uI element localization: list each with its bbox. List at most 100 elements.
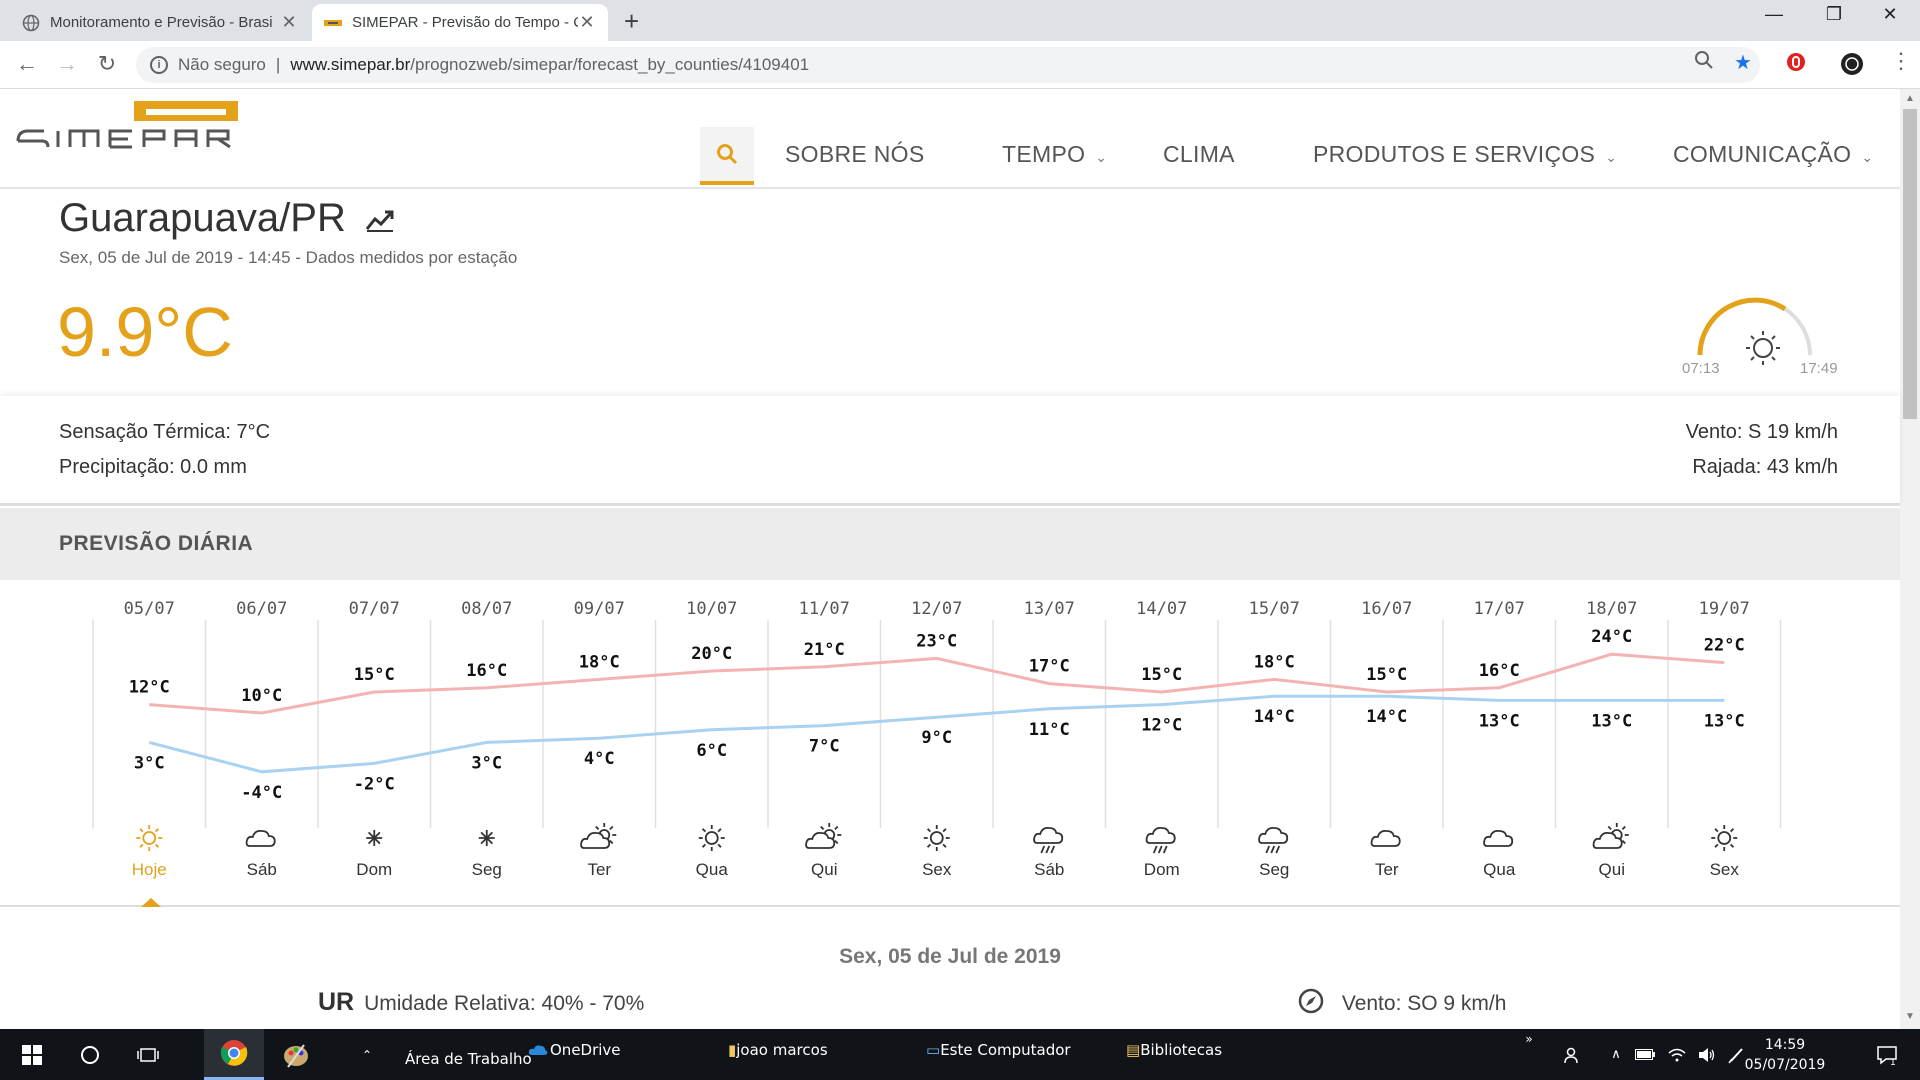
partly-cloudy-icon — [1592, 823, 1629, 849]
libraries-shortcut[interactable]: ▤Bibliotecas — [1126, 1041, 1222, 1059]
min-temp-label: 7°C — [809, 737, 840, 757]
site-header: SOBRE NÓS TEMPO ⌄ CLIMA PRODUTOS E SERVIÇ… — [0, 89, 1900, 189]
url-host: www.simepar.br — [290, 55, 411, 74]
scroll-up-icon[interactable]: ▲ — [1905, 93, 1915, 104]
forecast-date: 08/07 — [461, 599, 512, 619]
rain-icon — [1145, 826, 1176, 854]
browser-tab-active[interactable]: SIMEPAR - Previsão do Tempo - C ✕ — [312, 4, 608, 41]
url-input[interactable]: i Não seguro | www.simepar.br /prognozwe… — [136, 47, 1760, 83]
page-scrollbar[interactable]: ▲ ▼ — [1900, 89, 1920, 1029]
city-name: Guarapuava/PR — [59, 196, 346, 240]
clock-time: 14:59 — [1764, 1037, 1806, 1053]
nav-sobre-nos[interactable]: SOBRE NÓS — [785, 141, 924, 168]
battery-icon[interactable] — [1632, 1029, 1658, 1080]
task-view-icon[interactable] — [124, 1029, 172, 1080]
close-tab-icon[interactable]: ✕ — [578, 12, 596, 33]
nav-clima[interactable]: CLIMA — [1163, 141, 1235, 168]
min-temp-label: 6°C — [696, 741, 727, 761]
current-temperature: 9.9°C — [57, 293, 233, 371]
toolbar-overflow-icon[interactable]: » — [1514, 1029, 1544, 1049]
min-temp-label: 3°C — [471, 753, 502, 773]
nav-produtos-servicos[interactable]: PRODUTOS E SERVIÇOS ⌄ — [1313, 141, 1617, 168]
chevron-down-icon: ⌄ — [1095, 149, 1108, 165]
scroll-down-icon[interactable]: ▼ — [1905, 1011, 1915, 1022]
wind: Vento: S 19 km/h — [1685, 421, 1838, 443]
forecast-day-label: Sex — [922, 860, 952, 879]
forecast-date: 06/07 — [236, 599, 287, 619]
rain-icon — [1258, 826, 1289, 854]
search-circle-icon[interactable] — [66, 1029, 114, 1080]
forecast-date: 19/07 — [1699, 599, 1750, 619]
nav-tempo[interactable]: TEMPO ⌄ — [1002, 141, 1107, 168]
tray-expand-icon[interactable]: ∧ — [1604, 1029, 1628, 1080]
sunset-time: 17:49 — [1800, 360, 1838, 377]
simepar-logo[interactable] — [14, 101, 244, 149]
forecast-day-label: Qui — [1599, 860, 1625, 879]
min-temp-label: 9°C — [921, 728, 952, 748]
conditions-panel: Sensação Térmica: 7°C Precipitação: 0.0 … — [0, 396, 1900, 506]
city-title: Guarapuava/PR — [59, 196, 395, 243]
volume-icon[interactable] — [1694, 1029, 1720, 1080]
max-temp-label: 21°C — [804, 640, 845, 660]
bookmark-star-icon[interactable]: ★ — [1734, 50, 1752, 75]
min-temp-label: 14°C — [1366, 707, 1407, 727]
library-icon: ▤ — [1126, 1041, 1141, 1059]
min-temp-label: 13°C — [1591, 711, 1632, 731]
info-icon[interactable]: i — [150, 56, 168, 74]
rain-icon — [1033, 826, 1064, 854]
forecast-date: 18/07 — [1586, 599, 1637, 619]
forecast-day-label: Sáb — [1034, 860, 1064, 879]
nav-label: COMUNICAÇÃO — [1673, 141, 1852, 167]
observation-datetime: Sex, 05 de Jul de 2019 - 14:45 - Dados m… — [59, 248, 518, 267]
new-tab-button[interactable]: + — [624, 6, 639, 37]
paint-taskbar-icon[interactable] — [268, 1029, 324, 1080]
minimize-icon[interactable]: — — [1750, 4, 1798, 25]
back-icon[interactable]: ← — [12, 51, 42, 77]
maximize-icon[interactable]: ❐ — [1810, 4, 1858, 25]
max-temp-label: 24°C — [1591, 627, 1632, 647]
partly-cloudy-icon — [805, 823, 842, 849]
user-folder-shortcut[interactable]: ▮joao marcos — [728, 1041, 828, 1059]
max-temp-label: 15°C — [354, 665, 395, 685]
min-temp-label: 13°C — [1704, 711, 1745, 731]
daily-forecast-header: PREVISÃO DIÁRIA — [0, 508, 1900, 580]
user-folder-label: joao marcos — [736, 1041, 828, 1059]
profile-avatar-icon[interactable] — [1840, 52, 1864, 82]
tab-title: Monitoramento e Previsão - Brasi — [50, 14, 273, 31]
browser-tab-strip: Monitoramento e Previsão - Brasi ✕ SIMEP… — [0, 0, 1920, 41]
this-pc-shortcut[interactable]: ▭Este Computador — [926, 1041, 1071, 1059]
computer-icon: ▭ — [926, 1041, 941, 1059]
taskbar-toolbar-desktop[interactable]: Área de Trabalho — [405, 1050, 532, 1068]
forecast-date: 12/07 — [911, 599, 962, 619]
forecast-day-label: Qua — [696, 860, 729, 879]
people-icon[interactable] — [1558, 1029, 1588, 1080]
daily-forecast-title: PREVISÃO DIÁRIA — [59, 532, 254, 555]
cloud-icon — [1483, 829, 1514, 847]
max-temp-label: 23°C — [916, 631, 957, 651]
scrollbar-thumb[interactable] — [1903, 109, 1917, 419]
forward-icon[interactable]: → — [52, 51, 82, 77]
windows-start-icon[interactable] — [8, 1029, 56, 1080]
nav-comunicacao[interactable]: COMUNICAÇÃO ⌄ — [1673, 141, 1873, 168]
notifications-icon[interactable]: 1 — [1864, 1029, 1910, 1080]
max-temp-label: 18°C — [1254, 652, 1295, 672]
nav-search-button[interactable] — [700, 127, 754, 185]
close-tab-icon[interactable]: ✕ — [280, 12, 298, 33]
chrome-taskbar-icon[interactable] — [204, 1029, 264, 1080]
wifi-icon[interactable] — [1664, 1029, 1690, 1080]
forecast-date: 13/07 — [1024, 599, 1075, 619]
reload-icon[interactable]: ↻ — [92, 51, 122, 77]
forecast-date: 07/07 — [349, 599, 400, 619]
menu-dots-icon[interactable]: ⋮ — [1890, 48, 1912, 74]
extension-icon[interactable] — [1786, 52, 1806, 78]
min-temp-label: -2°C — [354, 774, 395, 794]
taskbar-expand-icon[interactable]: ⌃ — [354, 1029, 380, 1080]
close-window-icon[interactable]: ✕ — [1866, 4, 1914, 25]
chevron-down-icon: ⌄ — [1861, 149, 1874, 165]
zoom-icon[interactable] — [1694, 50, 1714, 76]
trend-chart-icon[interactable] — [365, 198, 395, 243]
onedrive-shortcut[interactable]: OneDrive — [528, 1041, 621, 1059]
browser-tab-inactive[interactable]: Monitoramento e Previsão - Brasi ✕ — [10, 4, 310, 41]
system-clock[interactable]: 14:59 05/07/2019 — [1740, 1035, 1830, 1075]
libraries-label: Bibliotecas — [1140, 1041, 1223, 1059]
